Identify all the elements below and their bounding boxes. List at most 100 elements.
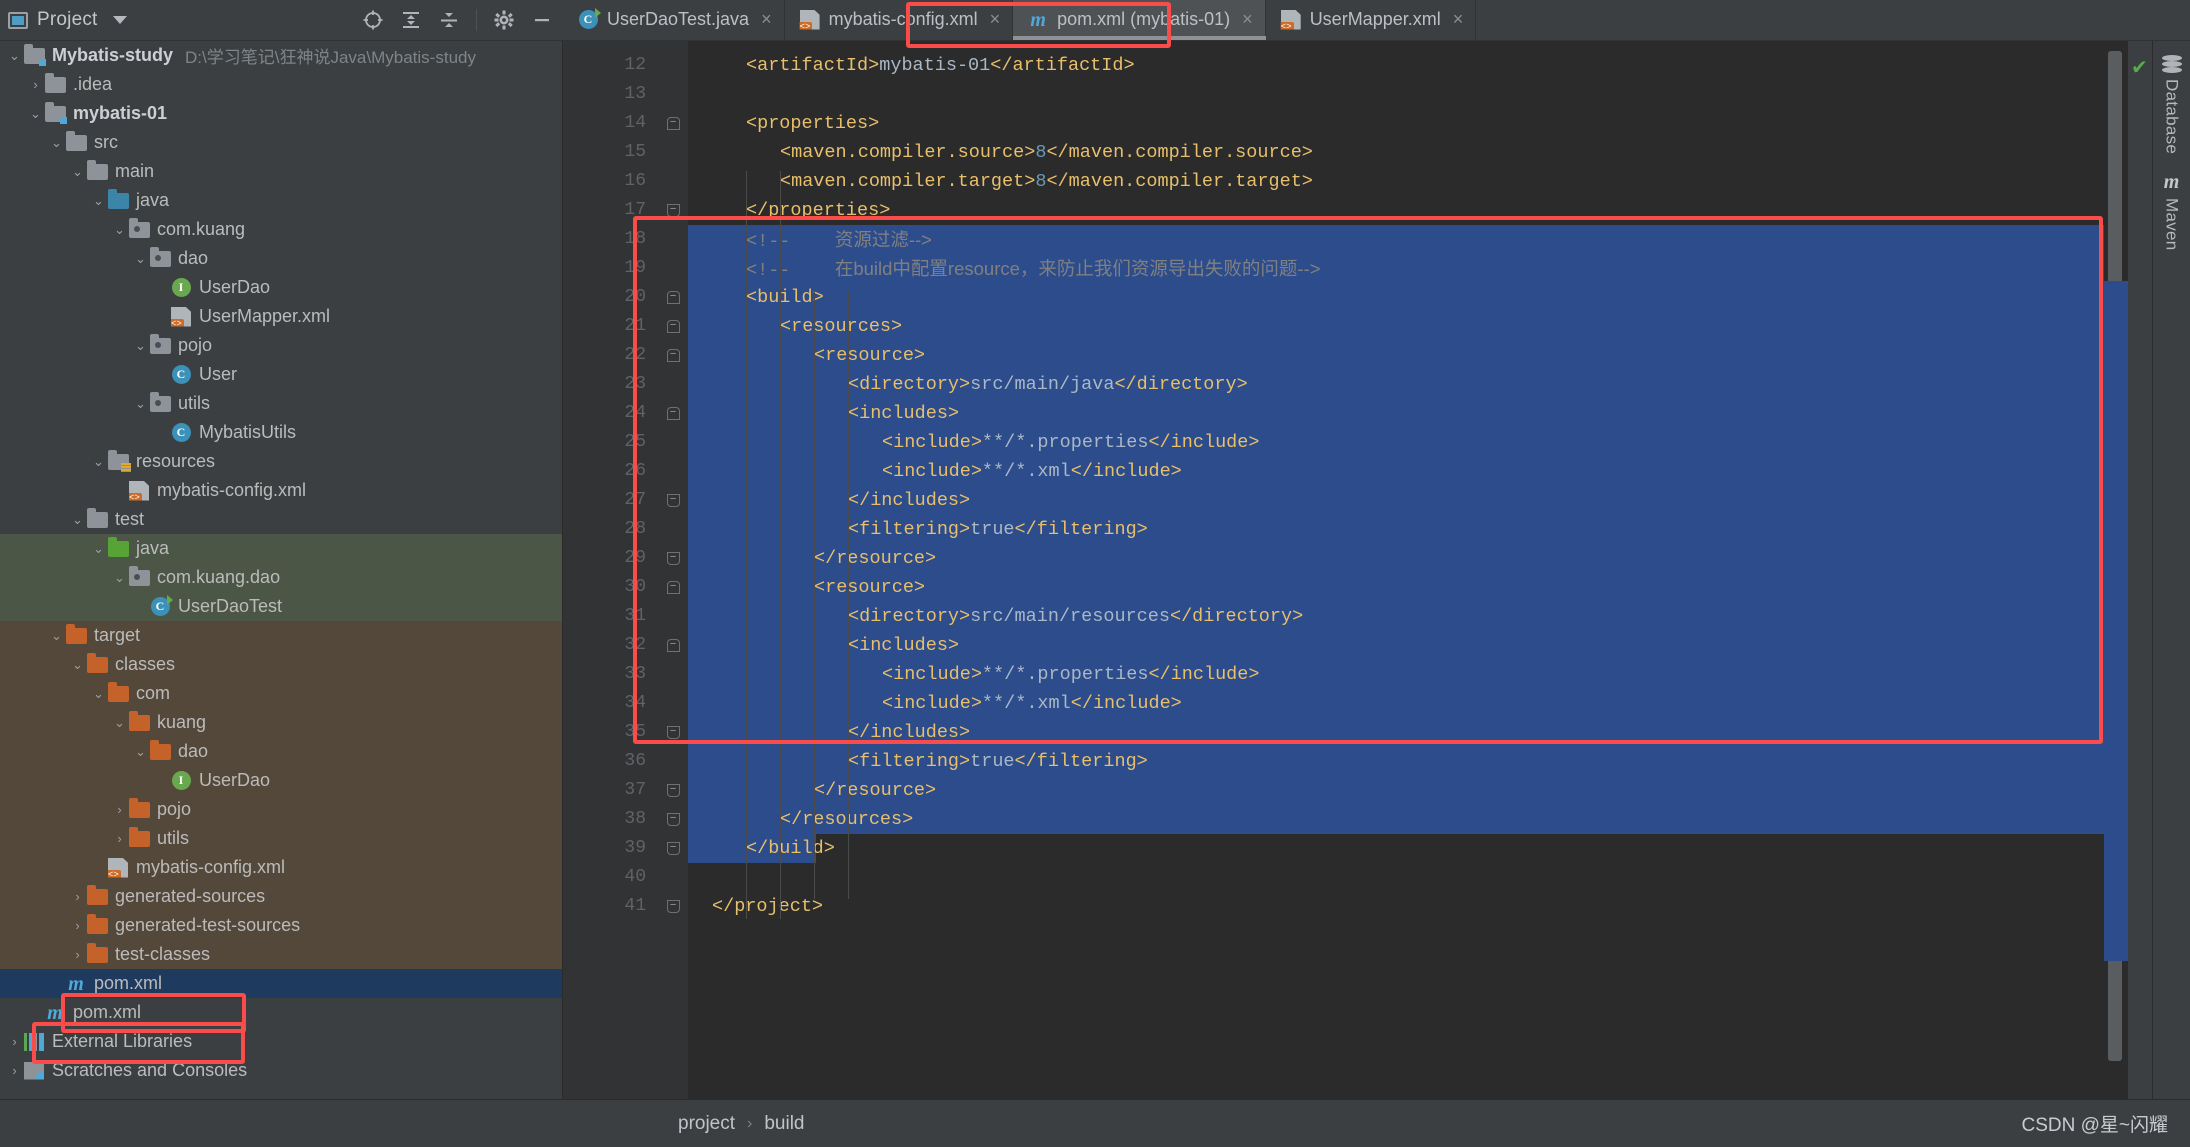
tree-node-com-kuang-dao[interactable]: ⌄ com.kuang.dao [0,563,562,592]
fold-marker-close[interactable]: − [658,196,688,225]
code-line-14[interactable]: <properties> [688,109,2104,138]
tree-node-userdao[interactable]: I UserDao [0,766,562,795]
chevron-down-icon[interactable]: ⌄ [132,396,149,412]
code-content[interactable]: <artifactId>mybatis-01</artifactId> <pro… [688,41,2104,1099]
editor-scrollbar[interactable] [2104,41,2128,1099]
code-line-37[interactable]: </resource> [688,776,2104,805]
chevron-down-icon[interactable]: ⌄ [69,164,86,180]
tree-node-resources[interactable]: ⌄ resources [0,447,562,476]
gear-icon[interactable] [493,9,515,31]
chevron-down-icon[interactable]: ⌄ [90,454,107,470]
code-line-29[interactable]: </resource> [688,544,2104,573]
tool-window-button-database[interactable]: Database [2161,49,2182,160]
fold-collapse-icon[interactable]: − [666,117,680,130]
close-icon[interactable]: × [761,9,772,30]
tree-node-kuang[interactable]: ⌄ kuang [0,708,562,737]
tree-node-mybatis-01[interactable]: ⌄ mybatis-01 [0,99,562,128]
fold-expand-icon[interactable]: − [666,900,680,913]
code-line-28[interactable]: <filtering>true</filtering> [688,515,2104,544]
chevron-right-icon[interactable]: › [111,831,128,846]
tree-node-mybatis-config-xml[interactable]: mybatis-config.xml [0,476,562,505]
chevron-right-icon[interactable]: › [6,1063,23,1078]
fold-expand-icon[interactable]: − [666,204,680,217]
tree-node--idea[interactable]: › .idea [0,70,562,99]
chevron-down-icon[interactable]: ⌄ [90,541,107,557]
tree-node-java[interactable]: ⌄ java [0,534,562,563]
fold-marker-open[interactable]: − [658,573,688,602]
code-folding-gutter[interactable]: − − − − − − − − − − − − − − − [658,41,688,1099]
chevron-down-icon[interactable]: ⌄ [69,657,86,673]
tree-node-usermapper-xml[interactable]: UserMapper.xml [0,302,562,331]
tool-window-button-maven[interactable]: m Maven [2162,166,2182,257]
code-line-38[interactable]: </resources> [688,805,2104,834]
code-line-21[interactable]: <resources> [688,312,2104,341]
chevron-down-icon[interactable]: ⌄ [132,338,149,354]
tree-node-utils[interactable]: ⌄ utils [0,389,562,418]
chevron-right-icon[interactable]: › [6,1034,23,1049]
tree-node-utils[interactable]: › utils [0,824,562,853]
tree-node-user[interactable]: C User [0,360,562,389]
chevron-down-icon[interactable]: ⌄ [6,48,23,64]
code-line-27[interactable]: </includes> [688,486,2104,515]
chevron-down-icon[interactable]: ⌄ [48,628,65,644]
tree-node-userdaotest[interactable]: C UserDaoTest [0,592,562,621]
chevron-down-icon[interactable]: ⌄ [111,570,128,586]
tree-node-mybatis-study[interactable]: ⌄ Mybatis-study D:\学习笔记\狂神说Java\Mybatis-st… [0,41,562,70]
fold-marker-close[interactable]: − [658,544,688,573]
chevron-right-icon[interactable]: › [69,918,86,933]
fold-marker-open[interactable]: − [658,109,688,138]
fold-collapse-icon[interactable]: − [666,581,680,594]
code-line-16[interactable]: <maven.compiler.target>8</maven.compiler… [688,167,2104,196]
fold-expand-icon[interactable]: − [666,813,680,826]
code-line-40[interactable] [688,863,2104,892]
fold-expand-icon[interactable]: − [666,726,680,739]
code-line-17[interactable]: </properties> [688,196,2104,225]
chevron-down-icon[interactable]: ⌄ [69,512,86,528]
project-tool-window-button[interactable]: Project [8,9,127,31]
tree-node-test[interactable]: ⌄ test [0,505,562,534]
tree-node-scratches-and-consoles[interactable]: › Scratches and Consoles [0,1056,562,1085]
tree-node-src[interactable]: ⌄ src [0,128,562,157]
code-line-13[interactable] [688,80,2104,109]
chevron-down-icon[interactable]: ⌄ [90,193,107,209]
expand-all-icon[interactable] [400,9,422,31]
tree-node-mybatisutils[interactable]: C MybatisUtils [0,418,562,447]
chevron-down-icon[interactable]: ⌄ [111,715,128,731]
chevron-down-icon[interactable]: ⌄ [111,222,128,238]
tree-node-generated-test-sources[interactable]: › generated-test-sources [0,911,562,940]
breadcrumb-item-build[interactable]: build [764,1113,804,1135]
code-line-32[interactable]: <includes> [688,631,2104,660]
code-line-26[interactable]: <include>**/*.xml</include> [688,457,2104,486]
tree-node-pom-xml[interactable]: m pom.xml [0,998,562,1027]
collapse-all-icon[interactable] [438,9,460,31]
chevron-down-icon[interactable]: ⌄ [132,744,149,760]
code-line-34[interactable]: <include>**/*.xml</include> [688,689,2104,718]
fold-marker-close[interactable]: − [658,718,688,747]
fold-marker-open[interactable]: − [658,283,688,312]
tree-node-test-classes[interactable]: › test-classes [0,940,562,969]
fold-marker-close[interactable]: − [658,834,688,863]
tree-node-pom-xml[interactable]: m pom.xml [0,969,562,998]
chevron-right-icon[interactable]: › [111,802,128,817]
code-line-31[interactable]: <directory>src/main/resources</directory… [688,602,2104,631]
tree-node-com[interactable]: ⌄ com [0,679,562,708]
code-line-35[interactable]: </includes> [688,718,2104,747]
chevron-down-icon[interactable] [112,16,127,24]
close-icon[interactable]: × [990,9,1001,30]
chevron-down-icon[interactable]: ⌄ [132,251,149,267]
fold-marker-open[interactable]: − [658,312,688,341]
code-line-22[interactable]: <resource> [688,341,2104,370]
code-line-15[interactable]: <maven.compiler.source>8</maven.compiler… [688,138,2104,167]
code-line-19[interactable]: <!-- 在build中配置resource，来防止我们资源导出失败的问题--> [688,254,2104,283]
locate-icon[interactable] [362,9,384,31]
fold-marker-open[interactable]: − [658,341,688,370]
fold-marker-close[interactable]: − [658,486,688,515]
code-line-36[interactable]: <filtering>true</filtering> [688,747,2104,776]
code-line-18[interactable]: <!-- 资源过滤--> [688,225,2104,254]
code-line-12[interactable]: <artifactId>mybatis-01</artifactId> [688,51,2104,80]
chevron-right-icon[interactable]: › [69,889,86,904]
fold-collapse-icon[interactable]: − [666,349,680,362]
tree-node-mybatis-config-xml[interactable]: mybatis-config.xml [0,853,562,882]
fold-marker-open[interactable]: − [658,399,688,428]
fold-collapse-icon[interactable]: − [666,407,680,420]
